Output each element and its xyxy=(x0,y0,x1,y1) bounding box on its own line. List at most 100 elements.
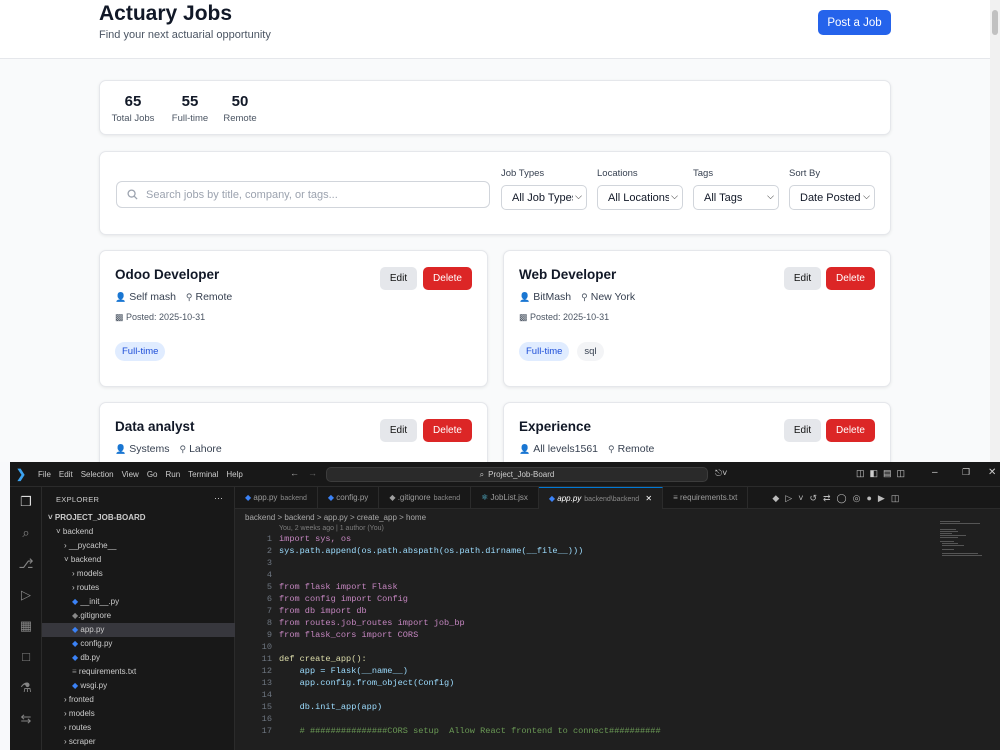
python-file-icon: ◆ xyxy=(72,639,79,648)
job-card[interactable]: Odoo Developer Edit Delete 👤 Self mash ⚲ R… xyxy=(99,250,488,387)
tab-requirements-txt[interactable]: ≡ requirements.txt xyxy=(663,487,749,509)
tree-file[interactable]: ≡ requirements.txt xyxy=(72,665,136,679)
tree-label: routes xyxy=(76,583,100,592)
tags-select[interactable]: All Tags ⌵ xyxy=(693,185,779,210)
command-center[interactable]: ⌕ Project_Job-Board xyxy=(326,467,708,482)
menu-edit[interactable]: Edit xyxy=(59,470,73,479)
chevron-down-icon: ˅ xyxy=(48,513,53,522)
line-number: 2 xyxy=(266,546,272,556)
job-types-select[interactable]: All Job Types ⌵ xyxy=(501,185,587,210)
activity-bar: ❐ ⌕ ⎇ ▷ ▦ □ ⚗ ⇆ xyxy=(10,487,42,750)
filter-label: Sort By xyxy=(789,168,821,179)
python-file-icon: ◆ xyxy=(72,597,79,606)
scrollbar-thumb[interactable] xyxy=(992,10,998,35)
run-debug-icon[interactable]: ▷ xyxy=(18,587,34,603)
tree-folder[interactable]: › models xyxy=(72,567,103,581)
minimap[interactable] xyxy=(940,521,988,581)
stats-card: 65 Total Jobs 55 Full-time 50 Remote xyxy=(99,80,891,135)
editor-actions-icons[interactable]: ◆▷˅↺⇄◯◎●▶◫ xyxy=(772,487,905,508)
tab-config-py[interactable]: ◆ config.py xyxy=(318,487,380,509)
search-icon xyxy=(127,189,138,200)
source-control-icon[interactable]: ⎇ xyxy=(18,556,34,572)
menu-help[interactable]: Help xyxy=(226,470,242,479)
search-input[interactable]: Search jobs by title, company, or tags..… xyxy=(116,181,490,208)
delete-button[interactable]: Delete xyxy=(423,419,472,442)
tree-file[interactable]: ◆ db.py xyxy=(72,651,100,665)
job-card[interactable]: Data analyst Edit Delete 👤 Systems ⚲ Lahor… xyxy=(99,402,488,462)
menu-go[interactable]: Go xyxy=(147,470,158,479)
more-actions-icon[interactable]: ⋯ xyxy=(214,493,223,504)
job-card[interactable]: Web Developer Edit Delete 👤 BitMash ⚲ New … xyxy=(503,250,891,387)
sort-select[interactable]: Date Posted ⌵ xyxy=(789,185,875,210)
locations-select[interactable]: All Locations ⌵ xyxy=(597,185,683,210)
menu-run[interactable]: Run xyxy=(165,470,180,479)
tree-file[interactable]: ◆.gitignore xyxy=(72,609,111,623)
edit-button[interactable]: Edit xyxy=(380,267,417,290)
testing-icon[interactable]: ⚗ xyxy=(18,680,34,696)
job-company: Systems xyxy=(129,443,170,455)
tree-file[interactable]: ◆ __init__.py xyxy=(72,595,119,609)
tab-app-py-active[interactable]: ◆ app.py backend\backend ✕ xyxy=(538,487,664,509)
line-number: 4 xyxy=(266,570,272,580)
tag-badge: sql xyxy=(577,342,604,361)
close-icon[interactable]: ✕ xyxy=(988,467,996,478)
edit-button[interactable]: Edit xyxy=(784,267,821,290)
job-title: Web Developer xyxy=(519,267,617,282)
location-pin-icon: ⚲ xyxy=(185,292,193,302)
search-icon[interactable]: ⌕ xyxy=(18,525,34,541)
tab-label: JobList.jsx xyxy=(490,493,528,502)
menu-file[interactable]: File xyxy=(38,470,51,479)
menu-view[interactable]: View xyxy=(122,470,139,479)
chat-icon[interactable]: □ xyxy=(18,649,34,665)
job-card[interactable]: Experience Edit Delete 👤 All levels1561 ⚲… xyxy=(503,402,891,462)
close-tab-icon[interactable]: ✕ xyxy=(645,494,652,503)
tree-root[interactable]: ˅ PROJECT_JOB-BOARD xyxy=(48,511,146,525)
back-arrow-icon[interactable]: ← xyxy=(290,468,299,478)
copilot-icon[interactable]: ⎋˅ xyxy=(715,468,727,479)
tree-file-selected[interactable]: ◆ app.py xyxy=(42,623,235,637)
line-number: 15 xyxy=(261,702,272,712)
tree-folder[interactable]: › scraper xyxy=(64,735,96,749)
tree-folder[interactable]: › routes xyxy=(72,581,99,595)
code-line: app.config.from_object(Config) xyxy=(279,678,455,688)
minimize-icon[interactable]: – xyxy=(932,467,938,478)
delete-button[interactable]: Delete xyxy=(826,419,875,442)
posted-date: Posted: 2025-10-31 xyxy=(126,312,206,322)
line-number: 10 xyxy=(261,642,272,652)
explorer-icon[interactable]: ❐ xyxy=(18,494,34,510)
posted-date: Posted: 2025-10-31 xyxy=(530,312,610,322)
delete-button[interactable]: Delete xyxy=(423,267,472,290)
tree-file[interactable]: ◆ config.py xyxy=(72,637,112,651)
edit-button[interactable]: Edit xyxy=(784,419,821,442)
tab-joblist-jsx[interactable]: ⚛ JobList.jsx xyxy=(471,487,539,509)
tree-folder[interactable]: ˅ backend xyxy=(56,525,93,539)
delete-button[interactable]: Delete xyxy=(826,267,875,290)
page-scrollbar[interactable] xyxy=(990,0,1000,462)
job-location: Remote xyxy=(195,291,233,303)
line-number: 7 xyxy=(266,606,272,616)
extensions-icon[interactable]: ▦ xyxy=(18,618,34,634)
layout-icons[interactable]: ◫◧▤◫ xyxy=(856,468,910,479)
tree-file[interactable]: ◆ wsgi.py xyxy=(72,679,107,693)
menu-selection[interactable]: Selection xyxy=(81,470,114,479)
restore-icon[interactable]: ❐ xyxy=(962,467,970,478)
edit-button[interactable]: Edit xyxy=(380,419,417,442)
breadcrumb[interactable]: backend > backend > app.py > create_app … xyxy=(245,513,426,522)
tree-label: backend xyxy=(62,527,94,536)
tree-folder[interactable]: › __pycache__ xyxy=(64,539,117,553)
menu-terminal[interactable]: Terminal xyxy=(188,470,218,479)
tree-label: PROJECT_JOB-BOARD xyxy=(54,513,146,522)
code-line: from flask_cors import CORS xyxy=(279,630,419,640)
post-job-button[interactable]: Post a Job xyxy=(818,10,891,35)
tree-folder[interactable]: › models xyxy=(64,707,95,721)
tab-gitignore[interactable]: ◆ .gitignore backend xyxy=(379,487,472,509)
tree-label: fronted xyxy=(68,695,94,704)
tag-badge: Full-time xyxy=(519,342,570,361)
tree-folder[interactable]: › routes xyxy=(64,721,91,735)
remote-icon[interactable]: ⇆ xyxy=(18,711,34,727)
tree-folder[interactable]: › fronted xyxy=(64,693,94,707)
tab-app-py[interactable]: ◆ app.py backend xyxy=(235,487,318,509)
forward-arrow-icon[interactable]: → xyxy=(308,468,317,478)
tree-folder[interactable]: ˅ backend xyxy=(64,553,101,567)
tree-label: config.py xyxy=(80,639,113,648)
